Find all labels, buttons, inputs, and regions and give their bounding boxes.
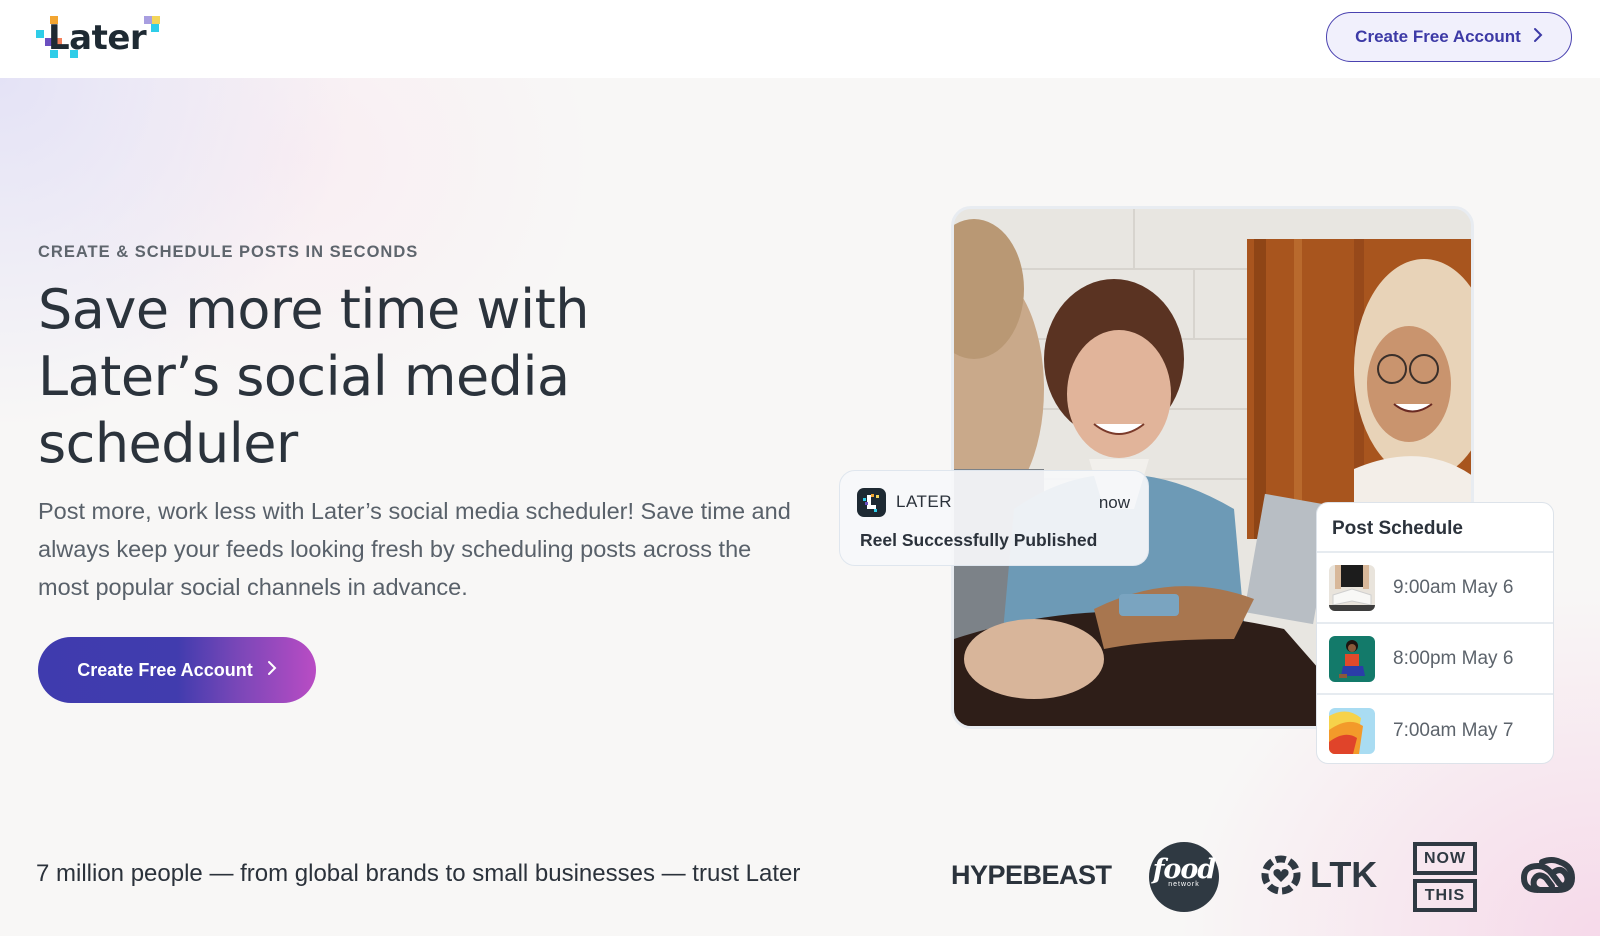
logo-pixel [36,30,44,38]
thumbnail-person-green-bg [1329,635,1375,682]
later-app-icon [857,488,886,517]
schedule-item[interactable]: 9:00am May 6 [1317,553,1553,624]
notification-time: now [1098,493,1130,512]
notification-message: Reel Successfully Published [860,530,1098,550]
hero-create-account-button[interactable]: Create Free Account [38,637,316,703]
top-nav: Later Create Free Account [0,0,1600,78]
header-cta-label: Create Free Account [1355,27,1521,46]
adobe-creative-cloud-icon [1520,856,1576,901]
chevron-right-icon [1533,27,1543,48]
hero-eyebrow: CREATE & SCHEDULE POSTS IN SECONDS [38,243,419,261]
schedule-item[interactable]: 7:00am May 7 [1317,695,1553,763]
schedule-time: 8:00pm May 6 [1393,647,1514,669]
hero-description: Post more, work less with Later’s social… [38,498,791,600]
nowthis-now: NOW [1413,842,1477,875]
schedule-time: 9:00am May 6 [1393,576,1514,598]
logo-text: Later [48,18,147,58]
header-create-account-button[interactable]: Create Free Account [1326,12,1572,62]
ltk-wordmark: LTK [1310,854,1378,895]
trust-statement: 7 million people — from global brands to… [36,860,801,887]
post-schedule-title: Post Schedule [1317,503,1553,553]
headline-line: Save more time with [38,278,590,341]
headline-line: Later’s social media [38,345,570,408]
nowthis-logo: NOW THIS [1413,842,1477,916]
hypebeast-logo: HYPEBEAST [951,860,1112,890]
food-network-logo: food network [1149,842,1219,912]
thumbnail-person-reading [1329,564,1375,611]
ltk-heart-icon [1261,855,1301,895]
logo-pixel [151,24,159,32]
schedule-item[interactable]: 8:00pm May 6 [1317,624,1553,695]
headline-line: scheduler [38,412,298,475]
later-logo[interactable]: Later [36,14,160,60]
notification-card: LATER now Reel Successfully Published [839,470,1149,566]
notification-app-name: LATER [896,492,953,511]
hero-headline: Save more time with Later’s social media… [38,276,718,477]
post-schedule-card: Post Schedule 9:00am May 6 8:00pm May 6 … [1316,502,1554,764]
nowthis-this: THIS [1413,879,1477,912]
hero-cta-label: Create Free Account [77,659,253,680]
logo-pixel [152,16,160,24]
thumbnail-abstract-shapes [1329,707,1375,754]
ltk-logo: LTK [1260,854,1377,896]
schedule-time: 7:00am May 7 [1393,719,1514,741]
chevron-right-icon [267,659,277,682]
